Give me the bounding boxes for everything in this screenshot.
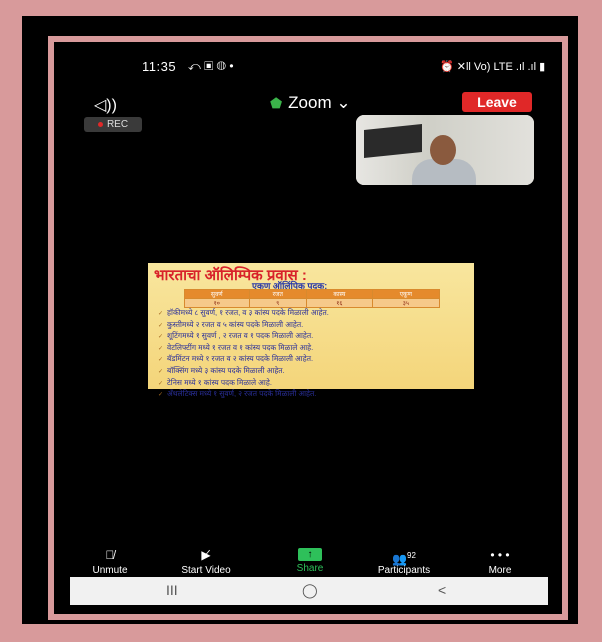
participant-video-thumbnail[interactable] [356, 115, 534, 185]
leave-button[interactable]: Leave [462, 92, 532, 112]
medal-header-bronze: कास्य [305, 289, 373, 299]
slide-bullet-list: हॉकीमध्ये ८ सुवर्ण, १ रजत, व ३ कांस्य पद… [158, 308, 468, 401]
medal-value-total: ३५ [371, 298, 441, 308]
home-button[interactable]: ◯ [302, 582, 318, 599]
unmute-label: Unmute [92, 565, 128, 576]
medal-value-gold: १० [184, 298, 250, 308]
medal-value-silver: ९ [248, 298, 307, 308]
android-nav-bar: III ◯ < [70, 577, 548, 605]
start-video-label: Start Video [181, 565, 231, 576]
slide-bullet: बॅडमिंटन मध्ये १ रजत व २ कांस्य पदके मिळ… [158, 354, 468, 366]
meeting-title[interactable]: ⬟ Zoom ⌄ [270, 93, 351, 113]
start-video-button[interactable]: ▶̸ Start Video [166, 548, 246, 576]
medal-header-silver: रजत [248, 289, 307, 299]
share-arrow-icon: ↑ [298, 548, 322, 561]
phone-screen: 11:35 ⤺ ▣ ◍ • ⏰ ✕ll Vo) LTE .ıl .ıl ▮ ◁)… [70, 45, 548, 605]
more-dots-icon: • • • [490, 548, 510, 562]
more-label: More [488, 565, 512, 576]
more-button[interactable]: • • • More [460, 548, 540, 576]
slide-bullet: बॉक्सिंग मध्ये ३ कांस्य पदके मिळाली आहेत… [158, 366, 468, 378]
speaker-icon[interactable]: ◁)) [94, 95, 117, 115]
slide-bullet: टेनिस मध्ये १ कांस्य पदक मिळाले आहे. [158, 378, 468, 390]
status-notification-icons: ⤺ ▣ ◍ • [188, 59, 234, 73]
shield-icon: ⬟ [270, 95, 283, 111]
rec-label: REC [106, 119, 129, 130]
participants-icon: 👥92 [392, 551, 416, 566]
status-bar: 11:35 ⤺ ▣ ◍ • ⏰ ✕ll Vo) LTE .ıl .ıl ▮ [70, 57, 548, 77]
video-person-head [430, 135, 456, 165]
video-off-icon: ▶̸ [201, 548, 211, 562]
rec-badge: REC [84, 117, 142, 132]
slide-bullet: हॉकीमध्ये ८ सुवर्ण, १ रजत, व ३ कांस्य पद… [158, 308, 468, 320]
back-button[interactable]: < [438, 582, 446, 598]
share-button[interactable]: ↑ Share [270, 548, 350, 574]
meeting-toolbar: 🎙̸ Unmute ▶̸ Start Video ↑ Share 👥92 Par… [70, 548, 548, 576]
medal-table: सुवर्ण रजत कास्य एकूण १० ९ १६ ३५ [184, 289, 441, 308]
medal-header-gold: सुवर्ण [184, 289, 250, 299]
medal-header-total: एकूण [371, 289, 441, 299]
status-time: 11:35 [142, 59, 177, 74]
medal-value-bronze: १६ [305, 298, 373, 308]
slide-bullet: वेटलिफ्टींग मध्ये १ रजत व १ कांस्य पदक म… [158, 343, 468, 355]
participants-count: 92 [407, 551, 416, 560]
mic-muted-icon: 🎙̸ [105, 548, 115, 562]
recents-button[interactable]: III [166, 582, 178, 598]
participants-button[interactable]: 👥92 Participants [364, 548, 444, 576]
slide-bullet: शूटिंगमध्ये १ सुवर्ण , २ रजत व १ पदक मिळ… [158, 331, 468, 343]
meeting-title-label: Zoom ⌄ [288, 93, 351, 112]
rec-dot-icon [97, 121, 103, 127]
share-label: Share [296, 563, 324, 574]
slide-bullet: अँथलेटिक्स मध्ये १ सुवर्ण, २ रजत पदके मि… [158, 389, 468, 401]
status-signal-icons: ⏰ ✕ll Vo) LTE .ıl .ıl ▮ [440, 61, 546, 73]
shared-slide: भारताचा ऑलिम्पिक प्रवास : एकूण ऑलिंपिक प… [148, 263, 474, 398]
unmute-button[interactable]: 🎙̸ Unmute [70, 548, 150, 576]
slide-bullet: कुस्तीमध्ये २ रजत व ५ कांस्य पदके मिळाली… [158, 320, 468, 332]
participants-label: Participants [377, 565, 431, 576]
